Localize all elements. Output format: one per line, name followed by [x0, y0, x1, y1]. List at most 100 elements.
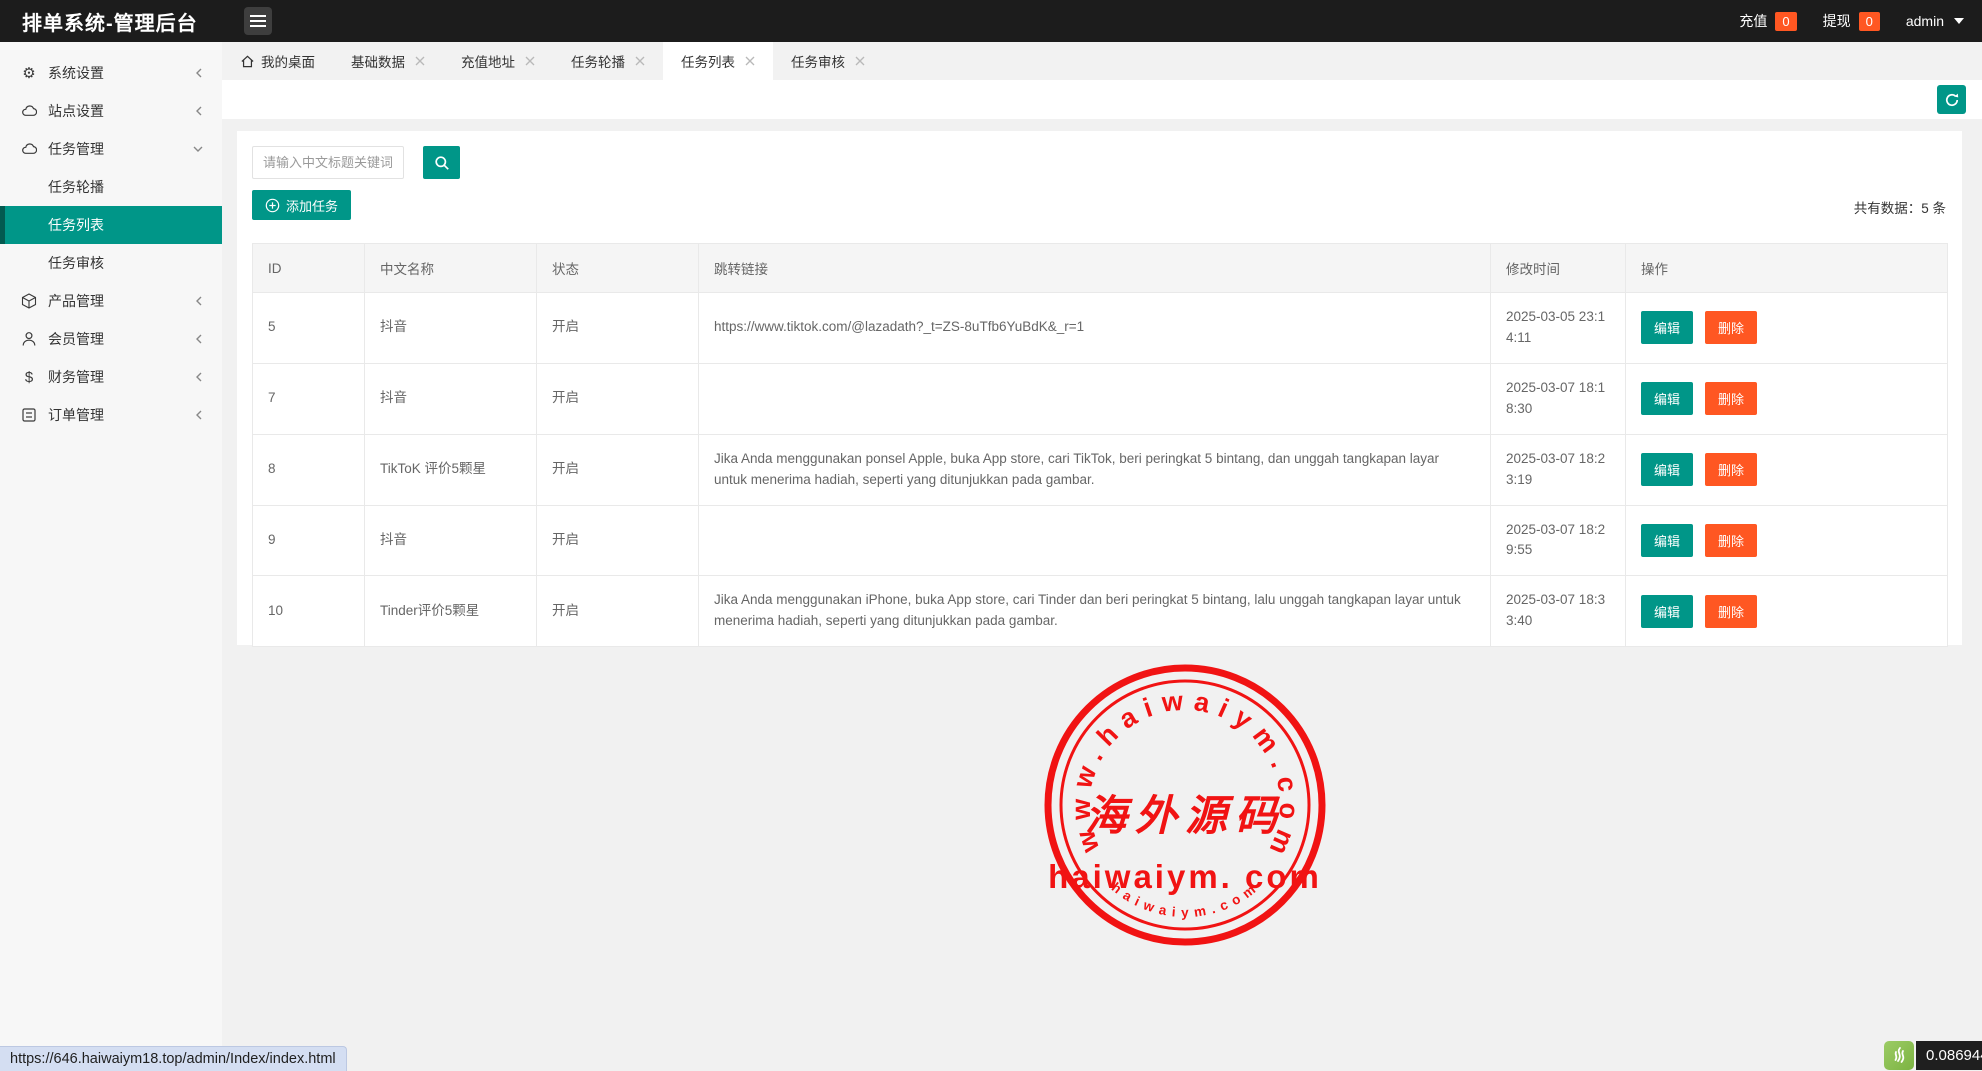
sidebar-item-task-review[interactable]: 任务审核: [0, 244, 222, 282]
cell-link: Jika Anda menggunakan iPhone, buka App s…: [699, 576, 1491, 647]
tab-label: 任务审核: [791, 51, 845, 71]
edit-button[interactable]: 编辑: [1641, 453, 1693, 486]
close-icon[interactable]: [415, 56, 425, 66]
col-status: 状态: [537, 244, 699, 293]
cell-status: 开启: [537, 293, 699, 364]
col-link: 跳转链接: [699, 244, 1491, 293]
cell-time: 2025-03-05 23:14:11: [1491, 293, 1626, 364]
table-row: 9 抖音 开启 2025-03-07 18:29:55 编辑 删除: [253, 505, 1948, 576]
sidebar-item-task-management[interactable]: 任务管理: [0, 130, 222, 168]
sidebar-item-label: 产品管理: [48, 291, 104, 311]
recharge-count-badge: 0: [1775, 12, 1796, 31]
close-icon[interactable]: [745, 56, 755, 66]
table-row: 5 抖音 开启 https://www.tiktok.com/@lazadath…: [253, 293, 1948, 364]
sidebar-fold-button[interactable]: [244, 7, 272, 35]
table-header-row: ID 中文名称 状态 跳转链接 修改时间 操作: [253, 244, 1948, 293]
cell-actions: 编辑 删除: [1626, 434, 1948, 505]
table-row: 10 Tinder评价5颗星 开启 Jika Anda menggunakan …: [253, 576, 1948, 647]
chevron-left-icon: [194, 333, 204, 345]
cell-name: 抖音: [365, 293, 537, 364]
search-input[interactable]: [252, 146, 404, 179]
sidebar-item-site-settings[interactable]: 站点设置: [0, 92, 222, 130]
cell-time: 2025-03-07 18:18:30: [1491, 363, 1626, 434]
sidebar-item-label: 订单管理: [48, 405, 104, 425]
username: admin: [1906, 13, 1944, 29]
sidebar-item-order-management[interactable]: 订单管理: [0, 396, 222, 434]
chevron-left-icon: [194, 295, 204, 307]
tab-label: 基础数据: [351, 51, 405, 71]
app-title: 排单系统-管理后台: [0, 7, 200, 36]
search-icon: [434, 155, 450, 171]
tab-task-review[interactable]: 任务审核: [773, 42, 883, 80]
cell-status: 开启: [537, 434, 699, 505]
search-button[interactable]: [423, 146, 460, 179]
sidebar-item-system-settings[interactable]: ⚙ 系统设置: [0, 54, 222, 92]
col-actions: 操作: [1626, 244, 1948, 293]
sidebar-item-task-list[interactable]: 任务列表: [0, 206, 222, 244]
cell-link: Jika Anda menggunakan ponsel Apple, buka…: [699, 434, 1491, 505]
cell-actions: 编辑 删除: [1626, 363, 1948, 434]
chevron-left-icon: [194, 371, 204, 383]
cell-name: 抖音: [365, 505, 537, 576]
sidebar-item-label: 任务列表: [48, 215, 104, 235]
col-id: ID: [253, 244, 365, 293]
edit-button[interactable]: 编辑: [1641, 524, 1693, 557]
dollar-icon: $: [20, 369, 38, 386]
delete-button[interactable]: 删除: [1705, 524, 1757, 557]
cell-id: 7: [253, 363, 365, 434]
stamp-bottom-arc-text: haiwaiym.com: [1109, 878, 1263, 920]
tab-label: 任务列表: [681, 51, 735, 71]
flame-icon[interactable]: [1884, 1041, 1914, 1070]
cell-id: 5: [253, 293, 365, 364]
stamp-brand-text: haiwaiym. com: [1048, 858, 1322, 895]
edit-button[interactable]: 编辑: [1641, 595, 1693, 628]
sidebar-item-label: 任务审核: [48, 253, 104, 273]
stamp-arc-text: www.haiwaiym.com: [1066, 685, 1305, 867]
sidebar-item-label: 任务管理: [48, 139, 104, 159]
tab-bar: 我的桌面 基础数据 充值地址 任务轮播 任务列表 任务审核: [222, 42, 1982, 80]
toolbar-strip: [222, 80, 1982, 119]
add-task-label: 添加任务: [286, 196, 338, 215]
tab-basic-data[interactable]: 基础数据: [333, 42, 443, 80]
table-row: 7 抖音 开启 2025-03-07 18:18:30 编辑 删除: [253, 363, 1948, 434]
link-preview-statusbar: https://646.haiwaiym18.top/admin/Index/i…: [0, 1046, 347, 1071]
cell-status: 开启: [537, 576, 699, 647]
delete-button[interactable]: 删除: [1705, 382, 1757, 415]
sidebar-item-product-management[interactable]: 产品管理: [0, 282, 222, 320]
recharge-label: 充值: [1739, 11, 1767, 31]
delete-button[interactable]: 删除: [1705, 595, 1757, 628]
delete-button[interactable]: 删除: [1705, 311, 1757, 344]
refresh-button[interactable]: [1937, 85, 1966, 114]
tab-label: 充值地址: [461, 51, 515, 71]
delete-button[interactable]: 删除: [1705, 453, 1757, 486]
cell-link: [699, 363, 1491, 434]
add-task-button[interactable]: 添加任务: [252, 190, 351, 220]
recharge-menu[interactable]: 充值 0: [1739, 11, 1796, 31]
document-list-icon: [20, 407, 38, 423]
tab-task-carousel[interactable]: 任务轮播: [553, 42, 663, 80]
stamp-center-text: 海外源码: [1085, 791, 1285, 840]
chevron-left-icon: [194, 67, 204, 79]
tab-task-list[interactable]: 任务列表: [663, 42, 773, 80]
cell-actions: 编辑 删除: [1626, 576, 1948, 647]
page-load-time: 0.086944s: [1916, 1041, 1982, 1070]
tab-my-desktop[interactable]: 我的桌面: [222, 42, 333, 80]
tab-recharge-address[interactable]: 充值地址: [443, 42, 553, 80]
sidebar-item-task-carousel[interactable]: 任务轮播: [0, 168, 222, 206]
col-name: 中文名称: [365, 244, 537, 293]
user-menu[interactable]: admin: [1906, 13, 1964, 29]
withdraw-menu[interactable]: 提现 0: [1823, 11, 1880, 31]
edit-button[interactable]: 编辑: [1641, 382, 1693, 415]
close-icon[interactable]: [525, 56, 535, 66]
cell-name: 抖音: [365, 363, 537, 434]
sidebar-item-finance-management[interactable]: $ 财务管理: [0, 358, 222, 396]
close-icon[interactable]: [855, 56, 865, 66]
task-table: ID 中文名称 状态 跳转链接 修改时间 操作 5 抖音 开启 https://…: [252, 243, 1948, 647]
cell-name: TikToK 评价5颗星: [365, 434, 537, 505]
edit-button[interactable]: 编辑: [1641, 311, 1693, 344]
caret-down-icon: [1954, 18, 1964, 24]
sidebar-item-member-management[interactable]: 会员管理: [0, 320, 222, 358]
watermark-stamp: www.haiwaiym.com 海外源码 haiwaiym. com haiw…: [1038, 658, 1332, 952]
close-icon[interactable]: [635, 56, 645, 66]
cell-time: 2025-03-07 18:33:40: [1491, 576, 1626, 647]
